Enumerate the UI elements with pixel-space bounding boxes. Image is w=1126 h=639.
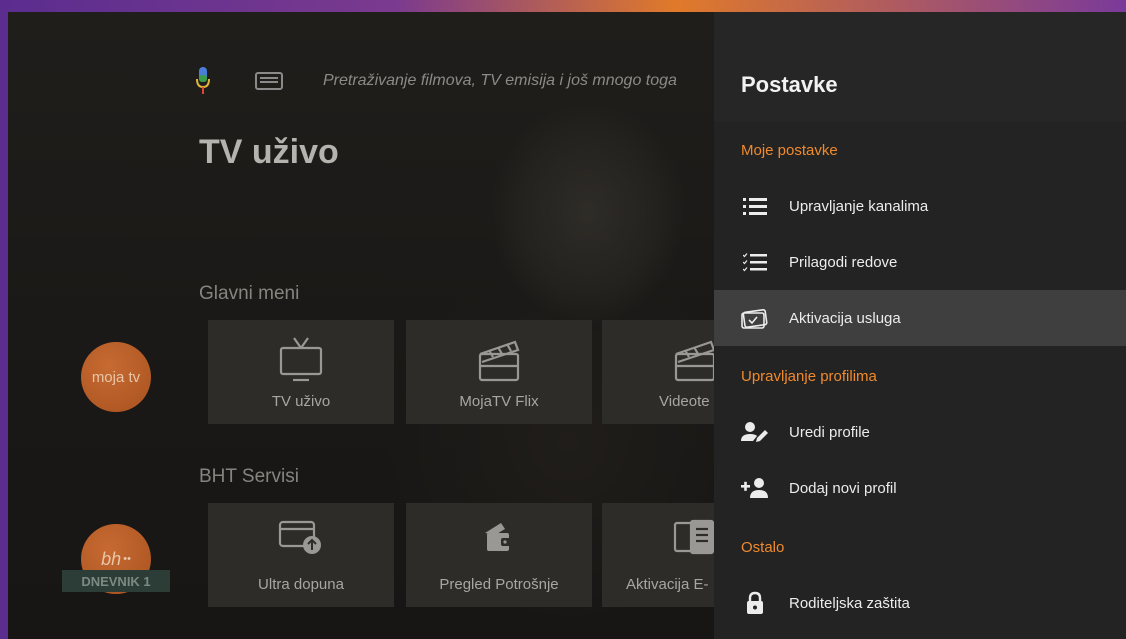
keyboard-icon[interactable] bbox=[255, 72, 283, 90]
section-bht-services-label: BHT Servisi bbox=[199, 466, 299, 487]
group-label-upravljanje-profilima: Upravljanje profilima bbox=[741, 368, 877, 385]
tile-label: Aktivacija E- bbox=[626, 576, 709, 593]
menu-item-label: Roditeljska zaštita bbox=[789, 594, 910, 612]
moja-tv-logo: moja tv bbox=[81, 342, 151, 412]
clapperboard-icon bbox=[673, 336, 714, 387]
ticket-check-icon bbox=[741, 306, 769, 330]
menu-item-roditeljska-zastita[interactable]: Roditeljska zaštita bbox=[714, 575, 1126, 631]
tile-label: Pregled Potrošnje bbox=[439, 576, 559, 593]
menu-item-dodaj-novi-profil[interactable]: Dodaj novi profil bbox=[714, 460, 1126, 516]
group-label-ostalo: Ostalo bbox=[741, 539, 785, 556]
list-icon bbox=[741, 194, 769, 218]
menu-item-label: Upravljanje kanalima bbox=[789, 197, 929, 215]
settings-panel: Postavke Moje postavke Upravljanje kanal… bbox=[714, 12, 1126, 639]
tile-mojatv-flix[interactable]: MojaTV Flix bbox=[406, 320, 592, 424]
user-edit-icon bbox=[741, 420, 769, 444]
lock-icon bbox=[741, 591, 769, 615]
tile-label: MojaTV Flix bbox=[459, 393, 539, 410]
group-label-moje-postavke: Moje postavke bbox=[741, 142, 838, 159]
tile-pregled-potrosnje[interactable]: Pregled Potrošnje bbox=[406, 503, 592, 607]
menu-item-label: Prilagodi redove bbox=[789, 253, 898, 271]
clapperboard-icon bbox=[477, 336, 521, 387]
search-input[interactable]: Pretraživanje filmova, TV emisija i još … bbox=[323, 72, 677, 90]
tile-tv-live[interactable]: TV uživo bbox=[208, 320, 394, 424]
menu-item-label: Dodaj novi profil bbox=[789, 479, 897, 497]
tile-label: Ultra dopuna bbox=[258, 576, 344, 593]
wallet-icon bbox=[481, 519, 517, 560]
user-add-icon bbox=[741, 476, 769, 500]
settings-header: Postavke bbox=[714, 12, 1126, 122]
checklist-icon bbox=[741, 250, 769, 274]
microphone-icon[interactable] bbox=[195, 66, 211, 96]
settings-title: Postavke bbox=[741, 72, 838, 97]
tile-ultra-dopuna[interactable]: Ultra dopuna bbox=[208, 503, 394, 607]
tv-icon bbox=[278, 336, 324, 387]
tile-aktivacija-e[interactable]: Aktivacija E- bbox=[602, 503, 714, 607]
search-bar[interactable]: Pretraživanje filmova, TV emisija i još … bbox=[195, 64, 677, 98]
menu-item-uredi-profile[interactable]: Uredi profile bbox=[714, 404, 1126, 460]
tile-label: TV uživo bbox=[271, 393, 331, 410]
section-main-menu-label: Glavni meni bbox=[199, 283, 300, 304]
tile-videoteka[interactable]: Videote bbox=[602, 320, 714, 424]
program-ticker: DNEVNIK 1 bbox=[62, 570, 170, 592]
document-icon bbox=[673, 519, 714, 560]
page-title: TV uživo bbox=[199, 133, 339, 171]
menu-item-label: Aktivacija usluga bbox=[789, 309, 901, 327]
tile-label: Videote bbox=[659, 393, 710, 410]
menu-item-aktivacija-usluga[interactable]: Aktivacija usluga bbox=[714, 290, 1126, 346]
card-upload-icon bbox=[278, 519, 324, 560]
menu-item-upravljanje-kanalima[interactable]: Upravljanje kanalima bbox=[714, 178, 1126, 234]
menu-item-label: Uredi profile bbox=[789, 423, 870, 441]
menu-item-prilagodi-redove[interactable]: Prilagodi redove bbox=[714, 234, 1126, 290]
